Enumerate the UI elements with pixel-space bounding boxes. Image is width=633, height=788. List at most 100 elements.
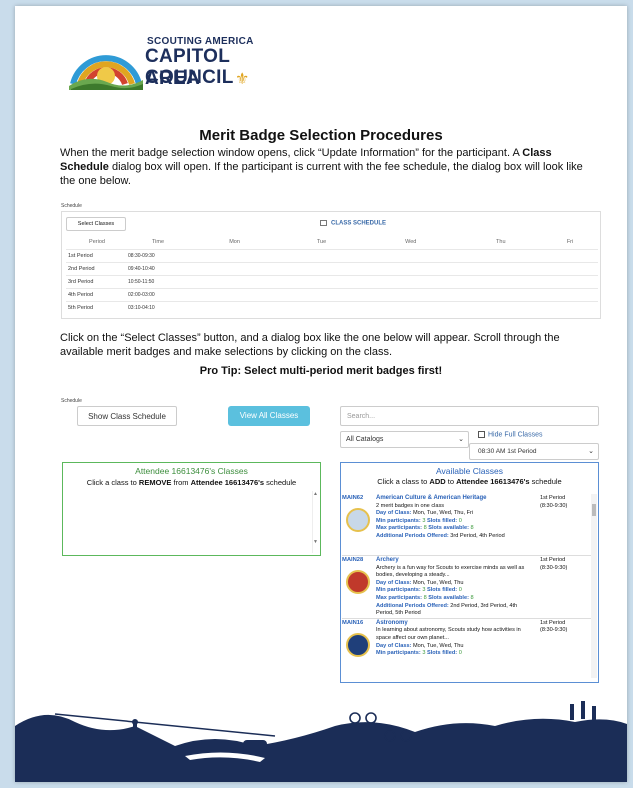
day-cell[interactable] — [361, 287, 460, 301]
day-cell[interactable] — [542, 261, 598, 275]
day-cell[interactable] — [188, 300, 282, 314]
schedule-row: 5th Period 03:10-04:10 — [66, 300, 598, 314]
class-period-time: (8:30-9:30) — [540, 502, 568, 509]
council-logo: SCOUTING AMERICA CAPITOL AREA COUNCIL ⚜ — [67, 34, 287, 94]
printer-icon[interactable] — [320, 220, 327, 226]
fleur-de-lis-icon: ⚜ — [235, 71, 250, 88]
day-cell[interactable] — [459, 248, 543, 262]
schedule-row: 3rd Period 10:50-11:50 — [66, 274, 598, 288]
instruction-paragraph: Click on the “Select Classes” button, an… — [60, 332, 560, 358]
day-cell[interactable] — [188, 248, 282, 262]
attendee-subtitle: Click a class to REMOVE from Attendee 16… — [86, 478, 297, 487]
day-cell[interactable] — [459, 300, 543, 314]
period-cell: 1st Period — [66, 248, 128, 262]
day-cell[interactable] — [281, 274, 362, 288]
class-period-time: (8:30-9:30) — [540, 564, 568, 571]
day-cell[interactable] — [361, 248, 460, 262]
class-description: In learning about astronomy, Scouts stud… — [376, 627, 521, 641]
intro-paragraph: When the merit badge selection window op… — [60, 147, 583, 187]
time-cell: 02:00-03:00 — [128, 287, 188, 301]
class-description: 2 merit badges in one class — [376, 502, 445, 509]
logo-line-3: COUNCIL — [145, 67, 234, 88]
checkbox-icon[interactable] — [478, 431, 485, 438]
hide-full-classes-toggle[interactable]: Hide Full Classes — [478, 431, 542, 438]
day-cell[interactable] — [361, 300, 460, 314]
day-cell[interactable] — [188, 274, 282, 288]
attendee-classes-panel: Attendee 16613476's Classes Click a clas… — [62, 462, 321, 556]
period-cell: 4th Period — [66, 287, 128, 301]
outdoor-silhouette-footer — [15, 701, 627, 782]
class-min-participants: Min participants: 3 Slots filled: 0 — [376, 650, 462, 657]
schedule-column-header: Tue — [316, 239, 327, 246]
schedule-row: 1st Period 08:30-09:30 — [66, 248, 598, 262]
class-schedule-title: CLASS SCHEDULE — [320, 220, 386, 227]
day-cell[interactable] — [281, 248, 362, 262]
select-classes-button[interactable]: Select Classes — [66, 217, 126, 231]
class-list-item[interactable]: MAIN62 American Culture & American Herita… — [342, 494, 592, 556]
day-cell[interactable] — [188, 261, 282, 275]
schedule-column-header: Period — [89, 239, 105, 246]
day-cell[interactable] — [542, 300, 598, 314]
class-days: Day of Class: Mon, Tue, Wed, Thu — [376, 642, 464, 649]
class-list-item[interactable]: MAIN16 Astronomy In learning about astrono… — [342, 619, 592, 680]
available-subtitle: Click a class to ADD to Attendee 1661347… — [377, 477, 562, 486]
day-cell[interactable] — [188, 287, 282, 301]
available-title: Available Classes — [436, 466, 503, 476]
day-cell[interactable] — [361, 261, 460, 275]
period-select[interactable]: 08:30 AM 1st Period ⌄ — [469, 443, 599, 460]
class-code: MAIN62 — [342, 495, 364, 501]
time-cell: 08:30-09:30 — [128, 248, 188, 262]
class-code: MAIN28 — [342, 557, 364, 563]
day-cell[interactable] — [542, 248, 598, 262]
attendee-scrollbar[interactable]: ▲ ▼ — [312, 491, 318, 553]
merit-badge-icon — [346, 508, 370, 532]
day-cell[interactable] — [459, 261, 543, 275]
class-period-time: (8:30-9:30) — [540, 627, 568, 634]
class-name: Astronomy — [376, 619, 408, 626]
class-additional-periods: Additional Periods Offered: 2nd Period, … — [376, 602, 518, 617]
schedule-column-header: Fri — [566, 239, 574, 246]
schedule-column-header: Wed — [405, 239, 417, 246]
view-all-classes-button[interactable]: View All Classes — [228, 406, 310, 426]
day-cell[interactable] — [542, 287, 598, 301]
class-min-participants: Min participants: 3 Slots filled: 0 — [376, 587, 462, 594]
available-class-list: MAIN62 American Culture & American Herita… — [342, 494, 592, 680]
day-cell[interactable] — [361, 274, 460, 288]
day-cell[interactable] — [281, 287, 362, 301]
class-period-name: 1st Period — [540, 495, 566, 501]
class-schedule-dialog: Select Classes CLASS SCHEDULE Period Time… — [61, 211, 601, 319]
class-max-participants: Max participants: 8 Slots available: 8 — [376, 594, 474, 601]
class-days: Day of Class: Mon, Tue, Wed, Thu, Fri — [376, 510, 474, 517]
available-scrollbar[interactable] — [591, 494, 597, 678]
time-cell: 09:40-10:40 — [128, 261, 188, 275]
day-cell[interactable] — [459, 287, 543, 301]
show-class-schedule-button[interactable]: Show Class Schedule — [77, 406, 177, 426]
document-page: SCOUTING AMERICA CAPITOL AREA COUNCIL ⚜ … — [15, 6, 627, 782]
day-cell[interactable] — [542, 274, 598, 288]
scroll-thumb[interactable] — [592, 504, 596, 516]
day-cell[interactable] — [459, 274, 543, 288]
search-input[interactable]: Search... — [340, 406, 599, 426]
class-period: 1st Period (8:30-9:30) — [540, 620, 567, 635]
class-period: 1st Period (8:30-9:30) — [540, 557, 567, 572]
catalog-select[interactable]: All Catalogs ⌄ — [340, 431, 469, 448]
chevron-down-icon: ⌄ — [458, 436, 464, 443]
schedule-column-header: Time — [151, 239, 165, 246]
period-cell: 3rd Period — [66, 274, 128, 288]
rainbow-logo-icon — [69, 55, 143, 90]
schedule-table: Period Time Mon Tue Wed Thu Fri 1st Period 08:3… — [66, 236, 598, 314]
schedule-column-header: Thu — [496, 239, 506, 246]
attendee-title: Attendee 16613476's Classes — [135, 466, 248, 476]
class-name: Archery — [376, 557, 399, 563]
class-min-participants: Min participants: 3 Slots filled: 0 — [376, 517, 462, 524]
class-list-item[interactable]: MAIN28 Archery Archery is a fun way for Sc… — [342, 556, 592, 619]
pro-tip: Pro Tip: Select multi-period merit badge… — [199, 365, 443, 377]
day-cell[interactable] — [281, 300, 362, 314]
class-period-name: 1st Period — [540, 619, 566, 626]
schedule-label-2: Schedule — [61, 398, 82, 404]
day-cell[interactable] — [281, 261, 362, 275]
class-code: MAIN16 — [342, 619, 364, 626]
available-classes-panel: Available Classes Click a class to ADD t… — [340, 462, 599, 683]
class-period-name: 1st Period — [540, 557, 566, 563]
class-additional-periods: Additional Periods Offered: 3rd Period, … — [376, 532, 505, 539]
